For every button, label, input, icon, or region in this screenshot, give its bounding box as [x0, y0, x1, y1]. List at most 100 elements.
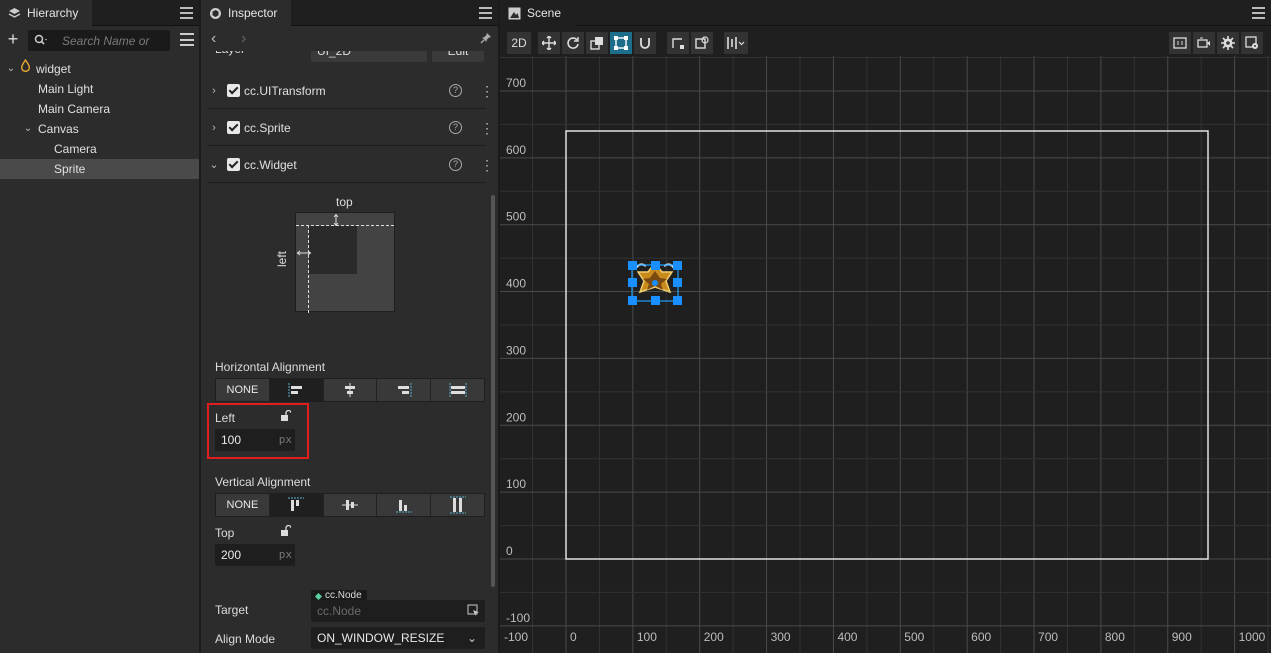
- pick-node-icon[interactable]: [467, 604, 480, 620]
- local-space-icon: [695, 36, 709, 49]
- widget-diagram-top-label: top: [336, 195, 353, 209]
- pin-icon[interactable]: [480, 32, 492, 47]
- scale-tool-button[interactable]: [586, 32, 608, 54]
- chevron-down-icon[interactable]: ⌄: [207, 158, 221, 171]
- inspector-menu-icon[interactable]: [479, 7, 492, 19]
- tree-node[interactable]: Main Camera: [0, 99, 199, 119]
- target-label: Target: [215, 603, 249, 617]
- valign-stretch-button[interactable]: [431, 494, 484, 516]
- component-name: cc.UITransform: [244, 83, 326, 98]
- chevron-down-icon[interactable]: ⌄: [23, 119, 33, 139]
- top-field-label: Top: [215, 526, 235, 540]
- component-name: cc.Widget: [244, 157, 297, 172]
- halign-right-button[interactable]: [377, 379, 432, 401]
- back-arrow-icon[interactable]: ‹: [211, 30, 216, 48]
- tree-node[interactable]: Main Light: [0, 79, 199, 99]
- vertical-alignment-segmented: NONE: [215, 493, 485, 517]
- snap-tool-button[interactable]: [634, 32, 656, 54]
- top-number-field[interactable]: px: [215, 544, 295, 566]
- help-icon[interactable]: ?: [449, 121, 462, 134]
- scene-root-icon: [20, 58, 31, 79]
- search-icon: [34, 34, 48, 49]
- scene-viewport[interactable]: 7006005004003002001000-100 -100 0 100 200 30…: [500, 56, 1271, 653]
- rotate-tool-button[interactable]: [562, 32, 584, 54]
- halign-stretch-button[interactable]: [431, 379, 484, 401]
- tree-node-selected[interactable]: Sprite: [0, 159, 199, 179]
- pivot-point[interactable]: [652, 280, 658, 286]
- help-icon[interactable]: ?: [449, 84, 462, 97]
- move-icon: [542, 36, 556, 50]
- halign-left-button[interactable]: [269, 379, 324, 401]
- x-tick-label: 300: [771, 630, 791, 644]
- more-vertical-icon[interactable]: ⋮: [480, 158, 494, 172]
- inspector-scrollbar[interactable]: [491, 195, 495, 587]
- tree-node[interactable]: Camera: [0, 139, 199, 159]
- tree-node-widget[interactable]: ⌄ widget: [0, 58, 199, 79]
- search-input[interactable]: [62, 30, 166, 51]
- scene-camera-button[interactable]: [1193, 32, 1215, 54]
- tab-inspector[interactable]: Inspector: [201, 0, 292, 26]
- tree-node-label: Main Light: [38, 82, 94, 96]
- x-tick-label: 100: [637, 630, 657, 644]
- toggle-2d-label: 2D: [511, 36, 527, 50]
- move-tool-button[interactable]: [538, 32, 560, 54]
- tab-hierarchy[interactable]: Hierarchy: [0, 0, 93, 26]
- widget-alignment-diagram[interactable]: [295, 212, 396, 313]
- scene-icon: [508, 7, 521, 20]
- valign-top-button[interactable]: [269, 494, 324, 516]
- align-center-icon: [344, 383, 355, 397]
- top-input[interactable]: [221, 544, 271, 566]
- scene-view-settings-button[interactable]: [1241, 32, 1263, 54]
- x-tick-label: 800: [1105, 630, 1125, 644]
- vertical-alignment-label: Vertical Alignment: [215, 475, 311, 489]
- node-diamond-icon: [315, 592, 322, 600]
- sprite-node[interactable]: [628, 261, 682, 305]
- halign-center-button[interactable]: [323, 379, 378, 401]
- transform-space-button[interactable]: [691, 32, 713, 54]
- component-enabled-checkbox[interactable]: [227, 84, 240, 97]
- component-uitransform[interactable]: › cc.UITransform ? ⋮: [207, 73, 494, 109]
- chevron-down-icon[interactable]: ⌄: [6, 59, 16, 79]
- chevron-right-icon[interactable]: ›: [207, 85, 221, 97]
- hierarchy-panel: Hierarchy + ⌄ widget Main Light Main Cam…: [0, 0, 199, 653]
- valign-middle-button[interactable]: [323, 494, 378, 516]
- align-top-icon: [288, 497, 305, 511]
- tab-scene[interactable]: Scene: [500, 0, 576, 26]
- scene-settings-button[interactable]: [1217, 32, 1239, 54]
- gizmo-visibility-button[interactable]: [1169, 32, 1191, 54]
- frame-icon: [1173, 37, 1187, 49]
- valign-none-button[interactable]: NONE: [216, 494, 270, 516]
- more-vertical-icon[interactable]: ⋮: [480, 121, 494, 135]
- component-enabled-checkbox[interactable]: [227, 158, 240, 171]
- list-view-icon[interactable]: [180, 33, 194, 46]
- align-tools-button[interactable]: [724, 32, 748, 54]
- x-tick-label: 600: [971, 630, 991, 644]
- forward-arrow-icon[interactable]: ›: [241, 30, 246, 48]
- halign-none-button[interactable]: NONE: [216, 379, 270, 401]
- transform-pivot-button[interactable]: [667, 32, 689, 54]
- add-node-button[interactable]: +: [4, 30, 22, 49]
- target-node-field[interactable]: cc.Node: [311, 600, 485, 622]
- rect-tool-icon: [614, 36, 628, 50]
- component-enabled-checkbox[interactable]: [227, 121, 240, 134]
- align-mode-select[interactable]: ON_WINDOW_RESIZE ⌄: [311, 627, 485, 649]
- search-box[interactable]: [28, 30, 170, 51]
- scene-menu-icon[interactable]: [1252, 7, 1265, 19]
- toggle-2d-button[interactable]: 2D: [507, 32, 531, 54]
- hierarchy-menu-icon[interactable]: [180, 7, 193, 19]
- more-vertical-icon[interactable]: ⋮: [480, 84, 494, 98]
- align-tools-icon: [727, 37, 745, 49]
- help-icon[interactable]: ?: [449, 158, 462, 171]
- component-sprite[interactable]: › cc.Sprite ? ⋮: [207, 110, 494, 146]
- rect-tool-button[interactable]: [610, 32, 632, 54]
- component-widget[interactable]: ⌄ cc.Widget ? ⋮: [207, 147, 494, 183]
- target-placeholder: cc.Node: [317, 604, 362, 618]
- tree-node[interactable]: ⌄ Canvas: [0, 119, 199, 139]
- gear-icon: [1221, 36, 1235, 50]
- inspector-panel: Inspector Layer UI_2D Edit ‹ › › cc.UITr…: [201, 0, 498, 653]
- chevron-right-icon[interactable]: ›: [207, 122, 221, 134]
- align-mode-value: ON_WINDOW_RESIZE: [317, 631, 445, 645]
- unlock-icon[interactable]: [280, 524, 292, 539]
- layers-icon: [8, 7, 21, 20]
- valign-bottom-button[interactable]: [377, 494, 432, 516]
